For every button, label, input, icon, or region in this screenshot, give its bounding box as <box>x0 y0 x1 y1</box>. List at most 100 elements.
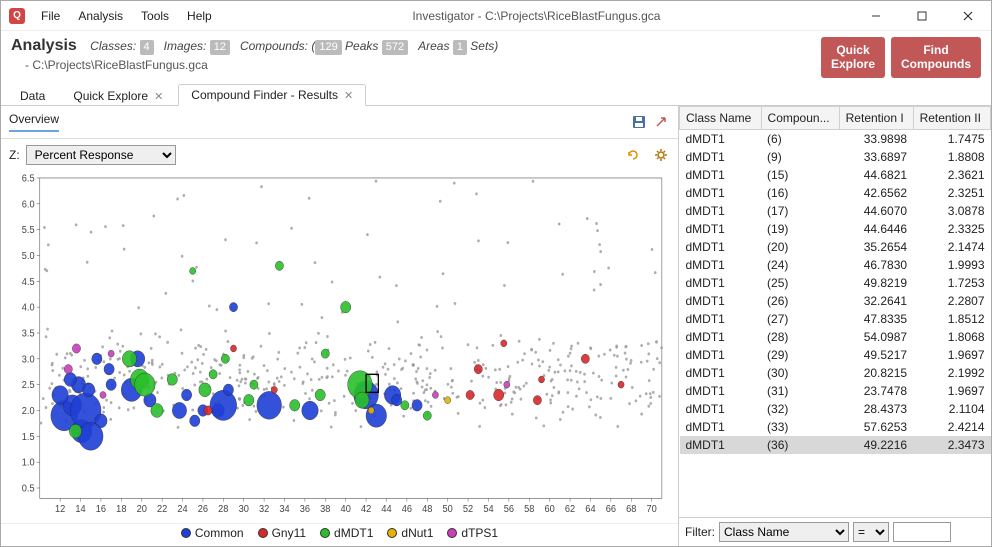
tabstrip: Data Quick Explore✕ Compound Finder - Re… <box>1 82 991 106</box>
tab-compound-finder-results[interactable]: Compound Finder - Results✕ <box>178 84 366 106</box>
z-label: Z: <box>9 148 20 162</box>
menu-analysis[interactable]: Analysis <box>70 5 131 27</box>
svg-text:26: 26 <box>198 504 209 516</box>
table-row[interactable]: dMDT1(16)42.65622.3251 <box>680 184 991 202</box>
svg-text:58: 58 <box>524 504 535 516</box>
menubar: File Analysis Tools Help <box>33 5 220 27</box>
filter-value-input[interactable] <box>893 522 951 542</box>
table-row[interactable]: dMDT1(17)44.60703.0878 <box>680 202 991 220</box>
svg-text:52: 52 <box>463 504 473 516</box>
stat-compounds-label: Compounds: ( <box>240 39 315 53</box>
svg-text:64: 64 <box>585 504 596 516</box>
legend-entry[interactable]: dMDT1 <box>320 526 373 540</box>
app-icon: Q <box>9 8 25 24</box>
table-row[interactable]: dMDT1(28)54.09871.8068 <box>680 328 991 346</box>
save-icon[interactable] <box>630 113 648 131</box>
svg-text:24: 24 <box>177 504 188 516</box>
svg-text:38: 38 <box>320 504 331 516</box>
table-row[interactable]: dMDT1(9)33.68971.8808 <box>680 148 991 166</box>
svg-text:40: 40 <box>341 504 352 516</box>
legend-entry[interactable]: Gny11 <box>258 526 306 540</box>
stat-areas-label: Areas <box>418 39 449 53</box>
column-header[interactable]: Class Name <box>680 106 762 129</box>
table-row[interactable]: dMDT1(19)44.64462.3325 <box>680 220 991 238</box>
table-row[interactable]: dMDT1(6)33.98981.7475 <box>680 129 991 148</box>
filter-field-select[interactable]: Class Name <box>719 522 849 542</box>
scatter-chart[interactable]: 0.51.01.52.02.53.03.54.04.55.05.56.06.51… <box>11 171 668 519</box>
svg-text:28: 28 <box>218 504 229 516</box>
results-table-wrap[interactable]: Class NameCompoun...Retention IRetention… <box>679 106 991 517</box>
svg-text:16: 16 <box>96 504 107 516</box>
svg-text:66: 66 <box>606 504 617 516</box>
menu-tools[interactable]: Tools <box>133 5 177 27</box>
close-button[interactable] <box>945 1 991 31</box>
overview-title: Overview <box>9 112 59 132</box>
stat-images-label: Images: <box>164 39 207 53</box>
column-header[interactable]: Retention II <box>913 106 990 129</box>
svg-text:4.0: 4.0 <box>22 302 35 314</box>
svg-text:3.5: 3.5 <box>22 328 35 340</box>
table-row[interactable]: dMDT1(15)44.68212.3621 <box>680 166 991 184</box>
svg-text:46: 46 <box>402 504 413 516</box>
table-row[interactable]: dMDT1(30)20.82152.1992 <box>680 364 991 382</box>
svg-text:12: 12 <box>55 504 65 516</box>
quick-explore-button[interactable]: Quick Explore <box>821 37 885 78</box>
table-row[interactable]: dMDT1(33)57.62532.4214 <box>680 418 991 436</box>
column-header[interactable]: Compoun... <box>761 106 839 129</box>
stat-compounds-value: 129 <box>315 40 341 55</box>
table-row[interactable]: dMDT1(25)49.82191.7253 <box>680 274 991 292</box>
svg-text:0.5: 0.5 <box>22 483 35 495</box>
minimize-button[interactable] <box>853 1 899 31</box>
table-row[interactable]: dMDT1(29)49.52171.9697 <box>680 346 991 364</box>
filter-op-select[interactable]: = <box>853 522 889 542</box>
svg-text:4.5: 4.5 <box>22 276 35 288</box>
svg-text:18: 18 <box>116 504 127 516</box>
z-selector[interactable]: Percent Response <box>26 145 176 165</box>
filter-row: Filter: Class Name = <box>679 517 991 546</box>
svg-text:2.0: 2.0 <box>22 405 35 417</box>
table-row[interactable]: dMDT1(27)47.83351.8512 <box>680 310 991 328</box>
maximize-button[interactable] <box>899 1 945 31</box>
svg-text:42: 42 <box>361 504 371 516</box>
legend-entry[interactable]: Common <box>181 526 244 540</box>
table-row[interactable]: dMDT1(36)49.22162.3473 <box>680 436 991 454</box>
svg-text:44: 44 <box>381 504 392 516</box>
overview-bar: Overview <box>1 106 678 139</box>
close-icon[interactable]: ✕ <box>154 91 163 103</box>
svg-text:5.5: 5.5 <box>22 224 35 236</box>
legend-entry[interactable]: dNut1 <box>387 526 433 540</box>
table-row[interactable]: dMDT1(26)32.26412.2807 <box>680 292 991 310</box>
table-row[interactable]: dMDT1(24)46.78301.9993 <box>680 256 991 274</box>
table-row[interactable]: dMDT1(32)28.43732.1104 <box>680 400 991 418</box>
svg-text:20: 20 <box>137 504 148 516</box>
menu-file[interactable]: File <box>33 5 68 27</box>
stat-classes-value: 4 <box>140 40 154 55</box>
find-compounds-button[interactable]: Find Compounds <box>891 37 981 78</box>
column-header[interactable]: Retention I <box>839 106 913 129</box>
svg-text:36: 36 <box>300 504 311 516</box>
svg-text:14: 14 <box>75 504 86 516</box>
stat-classes-label: Classes: <box>90 39 136 53</box>
svg-text:2.5: 2.5 <box>22 379 35 391</box>
gear-icon[interactable] <box>652 146 670 164</box>
close-icon[interactable]: ✕ <box>344 90 353 102</box>
svg-text:6.0: 6.0 <box>22 199 35 211</box>
refresh-icon[interactable] <box>624 146 642 164</box>
chart-legend: Common Gny11 dMDT1 dNut1 dTPS1 <box>1 523 678 546</box>
table-row[interactable]: dMDT1(20)35.26542.1474 <box>680 238 991 256</box>
tab-data[interactable]: Data <box>7 85 58 106</box>
svg-text:56: 56 <box>504 504 515 516</box>
window-controls <box>853 1 991 31</box>
svg-text:1.0: 1.0 <box>22 457 35 469</box>
table-row[interactable]: dMDT1(31)23.74781.9697 <box>680 382 991 400</box>
svg-text:30: 30 <box>239 504 250 516</box>
window-title: Investigator - C:\Projects\RiceBlastFung… <box>220 9 853 23</box>
analysis-path: - C:\Projects\RiceBlastFungus.gca <box>25 58 821 72</box>
legend-entry[interactable]: dTPS1 <box>447 526 498 540</box>
titlebar: Q File Analysis Tools Help Investigator … <box>1 1 991 31</box>
svg-text:62: 62 <box>565 504 575 516</box>
menu-help[interactable]: Help <box>179 5 220 27</box>
export-icon[interactable] <box>652 113 670 131</box>
stat-areas-value: 1 <box>453 40 467 55</box>
tab-quick-explore[interactable]: Quick Explore✕ <box>60 85 176 106</box>
